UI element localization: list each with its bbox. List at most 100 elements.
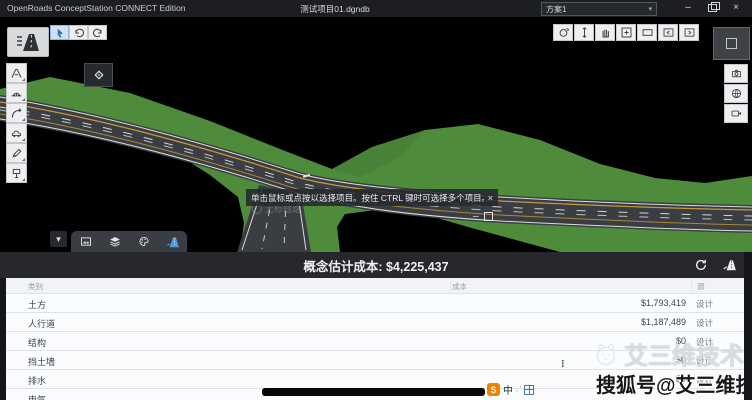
text-cursor: I — [561, 358, 565, 370]
table-row[interactable]: 人行道 $1,187,489 设计 — [6, 312, 744, 331]
layers-icon — [108, 235, 122, 248]
chevron-down-icon: ▾ — [56, 234, 61, 245]
sogou-logo-icon[interactable]: S — [487, 383, 500, 396]
column-header-category: 类别 — [28, 281, 43, 292]
camera-icon — [730, 67, 743, 80]
ime-toolbar: S 中 , ’ — [487, 382, 534, 397]
view-next-icon — [683, 26, 696, 39]
cost-estimate-panel: 概念估计成本: $4,225,437 类别 成本 源 — [0, 252, 752, 400]
view-cube[interactable] — [713, 27, 750, 60]
sign-icon — [10, 167, 23, 180]
design-tools-toolbar — [6, 63, 27, 183]
cost-panel-header: 概念估计成本: $4,225,437 — [0, 252, 752, 278]
cost-table-header: 类别 成本 源 — [6, 278, 744, 293]
view-navigation-toolbar — [553, 24, 699, 41]
app-logo-button[interactable] — [7, 27, 49, 57]
vehicle-tool-button[interactable] — [6, 123, 27, 143]
bridge-tool-button[interactable] — [6, 83, 27, 103]
road-tool-button[interactable] — [6, 63, 27, 83]
zoom-in-box-icon — [620, 26, 633, 39]
title-bar: OpenRoads ConceptStation CONNECT Edition… — [0, 0, 752, 17]
globe-icon — [730, 87, 743, 100]
road-small-icon — [722, 258, 737, 272]
fit-view-button[interactable] — [637, 24, 657, 41]
road-scene — [0, 17, 752, 252]
bridge-icon — [10, 87, 23, 100]
redaction-bar — [262, 388, 485, 396]
camera-toolbar — [724, 64, 748, 123]
app-title: OpenRoads ConceptStation CONNECT Edition — [7, 3, 185, 13]
cat-logo-icon — [592, 342, 620, 366]
previous-view-button[interactable] — [658, 24, 678, 41]
ime-grid-icon[interactable] — [524, 385, 534, 395]
car-icon — [10, 127, 23, 140]
viewport-3d[interactable]: 单击鼠标或点按以选择项目。按住 CTRL 键时可选择多个项目。 × – 无标题路… — [0, 17, 752, 252]
bottom-tab-bar — [71, 231, 187, 252]
refresh-icon — [694, 258, 708, 272]
redo-icon — [92, 27, 104, 39]
furniture-tool-button[interactable] — [6, 163, 27, 183]
close-button[interactable]: × — [726, 0, 746, 16]
walk-arrows-icon — [578, 26, 591, 39]
walk-view-button[interactable] — [574, 24, 594, 41]
table-row[interactable]: 土方 $1,793,419 设计 — [6, 293, 744, 312]
road-fork-icon — [10, 67, 23, 80]
tab-snapshots[interactable] — [74, 233, 98, 251]
pencil-icon — [10, 147, 23, 160]
edit-toolbar — [50, 25, 107, 40]
tab-materials[interactable] — [132, 233, 156, 251]
road-logo-icon — [15, 31, 41, 53]
selection-tooltip: 单击鼠标或点按以选择项目。按住 CTRL 键时可选择多个项目。 × — [246, 189, 498, 206]
app-window: OpenRoads ConceptStation CONNECT Edition… — [0, 0, 752, 400]
document-name: 测试项目01.dgndb — [270, 3, 400, 15]
video-camera-icon — [730, 107, 743, 120]
image-icon — [79, 235, 93, 248]
camera-button[interactable] — [724, 64, 748, 83]
undo-button[interactable] — [69, 25, 88, 40]
video-button[interactable] — [724, 104, 748, 123]
diamond-icon — [92, 68, 106, 82]
road-estimate-icon — [165, 235, 180, 249]
select-tool-button[interactable] — [50, 25, 69, 40]
column-header-source: 源 — [697, 281, 705, 292]
minimize-icon[interactable]: – — [473, 214, 479, 220]
globe-view-button[interactable] — [724, 84, 748, 103]
tooltip-message: 单击鼠标或点按以选择项目。按住 CTRL 键时可选择多个项目。 — [251, 192, 484, 204]
ime-mode-indicator[interactable]: 中 — [503, 382, 513, 397]
cube-icon — [726, 38, 737, 49]
ime-dots-icon: , ’ — [516, 386, 521, 393]
panel-collapse-button[interactable]: ▾ — [50, 231, 67, 247]
next-view-button[interactable] — [679, 24, 699, 41]
pan-view-button[interactable] — [595, 24, 615, 41]
minimize-button[interactable]: – — [678, 0, 698, 16]
redo-button[interactable] — [88, 25, 107, 40]
sketch-tool-button[interactable] — [6, 143, 27, 163]
watermark-faint: 艾三维技术 — [592, 336, 744, 371]
cursor-icon — [54, 27, 66, 39]
fit-rectangle-icon — [641, 26, 654, 39]
scheme-dropdown-value: 方案1 — [546, 4, 566, 15]
undo-icon — [73, 27, 85, 39]
hand-icon — [599, 26, 612, 39]
restore-icon — [708, 4, 717, 12]
tab-cost-estimate-active[interactable] — [161, 233, 185, 251]
restore-button[interactable] — [702, 0, 722, 16]
column-header-cost: 成本 — [452, 281, 467, 292]
snap-diamond-button[interactable] — [84, 63, 113, 87]
orbit-view-button[interactable] — [553, 24, 573, 41]
maximize-icon[interactable] — [484, 212, 493, 221]
cost-panel-title: 概念估计成本: $4,225,437 — [303, 256, 448, 275]
scheme-dropdown[interactable]: 方案1 ▾ — [541, 2, 657, 16]
palette-icon — [137, 235, 151, 248]
view-previous-icon — [662, 26, 675, 39]
panel-right-edge — [744, 252, 752, 400]
refresh-button[interactable] — [692, 257, 710, 273]
zoom-window-button[interactable] — [616, 24, 636, 41]
curve-tool-button[interactable] — [6, 103, 27, 123]
tab-layers[interactable] — [103, 233, 127, 251]
curve-icon — [10, 107, 23, 120]
cost-settings-button[interactable] — [720, 257, 738, 273]
watermark-bold: 搜狐号@艾三维技术 — [596, 369, 752, 398]
tooltip-close-icon[interactable]: × — [488, 193, 493, 203]
tooltip-window-controls: – — [473, 212, 493, 221]
